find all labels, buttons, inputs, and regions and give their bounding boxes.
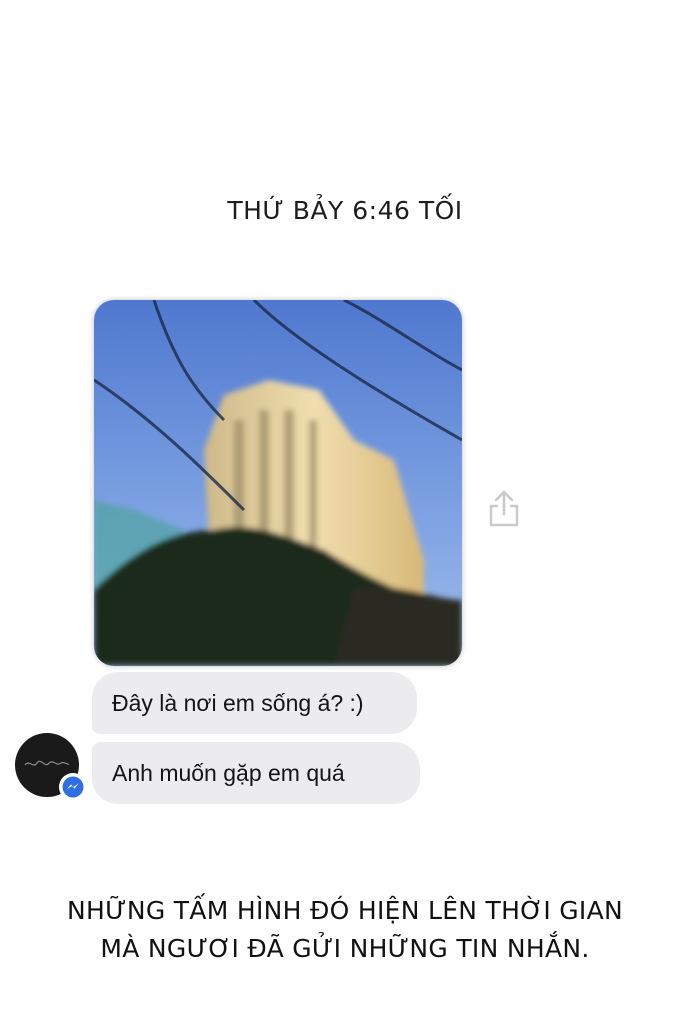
shared-photo[interactable] <box>94 300 462 666</box>
share-button[interactable] <box>486 488 522 528</box>
message-timestamp: THỨ BẢY 6:46 TỐI <box>227 196 463 225</box>
avatar[interactable] <box>15 733 87 801</box>
caption-line-1: NHỮNG TẤM HÌNH ĐÓ HIỆN LÊN THỜI GIAN <box>66 896 624 925</box>
narration-caption: NHỮNG TẤM HÌNH ĐÓ HIỆN LÊN THỜI GIAN MÀ … <box>0 892 690 968</box>
building-photo-image <box>94 300 462 666</box>
message-bubble[interactable]: Đây là nơi em sống á? :) <box>92 672 417 734</box>
share-icon <box>489 490 519 527</box>
message-bubble[interactable]: Anh muốn gặp em quá <box>92 742 420 804</box>
message-text: Đây là nơi em sống á? :) <box>112 689 364 716</box>
avatar-image <box>24 760 70 766</box>
messenger-badge <box>59 773 87 801</box>
message-text: Anh muốn gặp em quá <box>112 759 345 786</box>
messenger-icon <box>62 776 84 798</box>
caption-line-2: MÀ NGƯƠI ĐÃ GỬI NHỮNG TIN NHẮN. <box>100 934 590 963</box>
